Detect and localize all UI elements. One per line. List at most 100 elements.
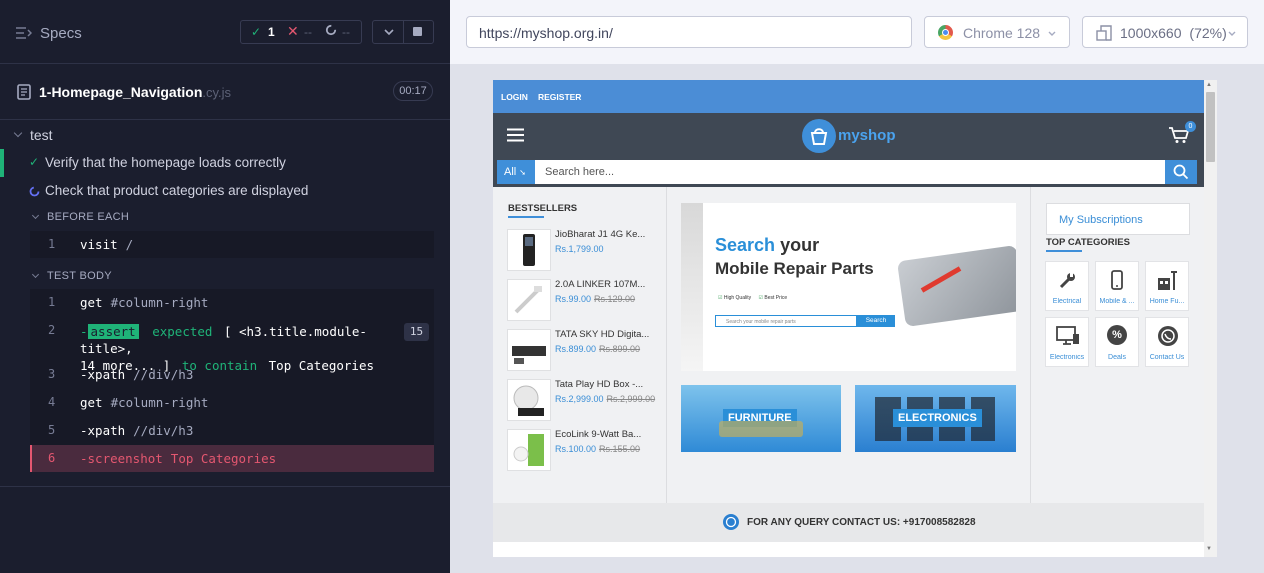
product-item[interactable]: EcoLink 9-Watt Ba... Rs.100.00 Rs.155.00 <box>507 429 667 473</box>
search-input[interactable]: Search here... <box>535 160 1165 184</box>
command-number: 1 <box>48 237 56 251</box>
banner-headline-2: Mobile Repair Parts <box>715 259 874 278</box>
product-item[interactable]: 2.0A LINKER 107M... Rs.99.00 Rs.129.00 <box>507 279 667 323</box>
command-name: -xpath <box>80 367 126 382</box>
category-tile-contact-us[interactable]: Contact Us <box>1145 317 1189 367</box>
hamburger-menu-icon[interactable] <box>507 128 525 147</box>
command-arg: #column-right <box>110 295 209 310</box>
before-each-label[interactable]: BEFORE EACH <box>47 211 129 223</box>
site-search-bar: All ➘ Search here... <box>497 160 1201 184</box>
viewport-zoom: (72%) <box>1189 25 1227 41</box>
price-current: Rs.100.00 <box>555 444 597 454</box>
percent-icon: % <box>1107 325 1127 345</box>
price-old: Rs.2,999.00 <box>606 394 656 404</box>
product-name: TATA SKY HD Digita... <box>555 329 650 340</box>
test-title: Check that product categories are displa… <box>45 183 309 198</box>
category-label: Electrical <box>1052 298 1082 305</box>
assert-command-row[interactable]: 2 - assert expected [ <h3.title.module-ti… <box>30 323 434 373</box>
category-tile-electronics[interactable]: Electronics <box>1045 317 1089 367</box>
product-thumbnail <box>507 279 551 321</box>
category-tile-electrical[interactable]: Electrical <box>1045 261 1089 311</box>
viewport-size: 1000x660 <box>1120 25 1182 41</box>
product-thumbnail <box>507 379 551 421</box>
sofa-image <box>719 421 803 437</box>
product-item[interactable]: Tata Play HD Box -... Rs.2,999.00 Rs.2,99… <box>507 379 667 423</box>
command-name: get <box>80 395 103 410</box>
my-subscriptions-link[interactable]: My Subscriptions <box>1046 203 1190 235</box>
price-current: Rs.99.00 <box>555 294 592 304</box>
chevron-down-icon <box>1227 26 1237 42</box>
banner-badge-1: High Quality <box>723 295 752 301</box>
product-thumbnail <box>507 429 551 471</box>
specs-label[interactable]: Specs <box>40 25 82 42</box>
chevron-down-icon[interactable] <box>31 211 40 220</box>
price-current: Rs.1,799.00 <box>555 244 604 254</box>
command-row-active[interactable]: 6 -screenshot Top Categories <box>30 445 434 472</box>
person-figure <box>681 203 703 371</box>
banner-rest: your <box>780 235 820 255</box>
bestsellers-column: BESTSELLERS JioBharat J1 4G Ke... Rs.1,7… <box>493 187 667 503</box>
category-label: Mobile & ... <box>1099 298 1135 305</box>
assert-expected: expected <box>152 324 213 339</box>
contact-footer: FOR ANY QUERY CONTACT US: +917008582828 <box>493 503 1204 542</box>
search-button[interactable] <box>1165 160 1197 184</box>
furniture-promo[interactable]: FURNITURE <box>681 385 841 452</box>
reporter-header: Specs ✓ 1 ✕ -- -- <box>0 0 450 64</box>
viewport-selector[interactable]: 1000x660 (72%) <box>1082 16 1248 48</box>
chevron-down-icon[interactable] <box>31 270 40 279</box>
spec-file-name: 1-Homepage_Navigation.cy.js <box>39 84 231 100</box>
before-each-commands: 1 visit / <box>30 231 434 258</box>
hero-banner[interactable]: Search your Mobile Repair Parts ☑ High Q… <box>681 203 1016 371</box>
page-scrollbar[interactable]: ▲ ▼ <box>1204 80 1217 557</box>
command-arg: //div/h3 <box>133 367 194 382</box>
test-row-running[interactable]: Check that product categories are displa… <box>0 177 450 205</box>
mobile-icon <box>1111 270 1123 290</box>
register-link[interactable]: REGISTER <box>538 92 581 102</box>
banner-badge-2: Best Price <box>764 295 788 301</box>
assert-badge: assert <box>87 324 139 339</box>
phone-parts-image <box>896 244 1016 328</box>
command-name: get <box>80 295 103 310</box>
whatsapp-icon <box>723 514 739 530</box>
command-number: 2 <box>48 323 56 337</box>
assert-value: Top Categories <box>268 358 374 373</box>
specs-list-icon[interactable] <box>16 26 32 40</box>
chevron-down-icon <box>1047 26 1057 42</box>
product-name: JioBharat J1 4G Ke... <box>555 229 646 240</box>
chevron-down-icon[interactable] <box>13 128 23 138</box>
monitor-icon <box>1056 326 1079 345</box>
stop-icon[interactable] <box>413 27 422 36</box>
cart-count-badge: 0 <box>1185 121 1196 132</box>
scrollbar-thumb[interactable] <box>1206 92 1215 162</box>
price-old: Rs.899.00 <box>599 344 641 354</box>
search-category-select[interactable]: All ➘ <box>497 160 535 184</box>
banner-search-button: Search <box>857 315 895 327</box>
product-price: Rs.2,999.00 Rs.2,999.00 <box>555 394 655 404</box>
product-item[interactable]: JioBharat J1 4G Ke... Rs.1,799.00 <box>507 229 667 273</box>
spec-file-ext: .cy.js <box>202 85 232 100</box>
price-old: Rs.155.00 <box>599 444 641 454</box>
site-topbar: LOGIN REGISTER <box>493 80 1204 113</box>
bag-logo-icon <box>802 119 836 153</box>
product-item[interactable]: TATA SKY HD Digita... Rs.899.00 Rs.899.00 <box>507 329 667 373</box>
command-arg: / <box>125 237 134 252</box>
test-body-label[interactable]: TEST BODY <box>47 270 112 282</box>
category-tile-deals[interactable]: % Deals <box>1095 317 1139 367</box>
check-icon: ✓ <box>29 155 40 169</box>
contact-text: FOR ANY QUERY CONTACT US: +917008582828 <box>747 517 976 528</box>
category-tile-mobile[interactable]: Mobile & ... <box>1095 261 1139 311</box>
category-label: Electronics <box>1049 354 1085 361</box>
browser-selector[interactable]: Chrome 128 <box>924 16 1070 48</box>
category-label: Home Fu... <box>1149 298 1185 305</box>
electronics-promo[interactable]: ELECTRONICS <box>855 385 1016 452</box>
chevron-down-icon[interactable] <box>383 25 395 43</box>
passed-icon: ✓ <box>251 25 262 39</box>
test-row-passed[interactable]: ✓ Verify that the homepage loads correct… <box>0 149 450 177</box>
category-tile-home-furniture[interactable]: Home Fu... <box>1145 261 1189 311</box>
banner-accent: Search <box>715 235 776 255</box>
url-bar[interactable]: https://myshop.org.in/ <box>466 16 912 48</box>
price-current: Rs.2,999.00 <box>555 394 604 404</box>
suite-title[interactable]: test <box>30 127 53 143</box>
login-link[interactable]: LOGIN <box>501 92 528 102</box>
runner-controls <box>372 20 434 44</box>
